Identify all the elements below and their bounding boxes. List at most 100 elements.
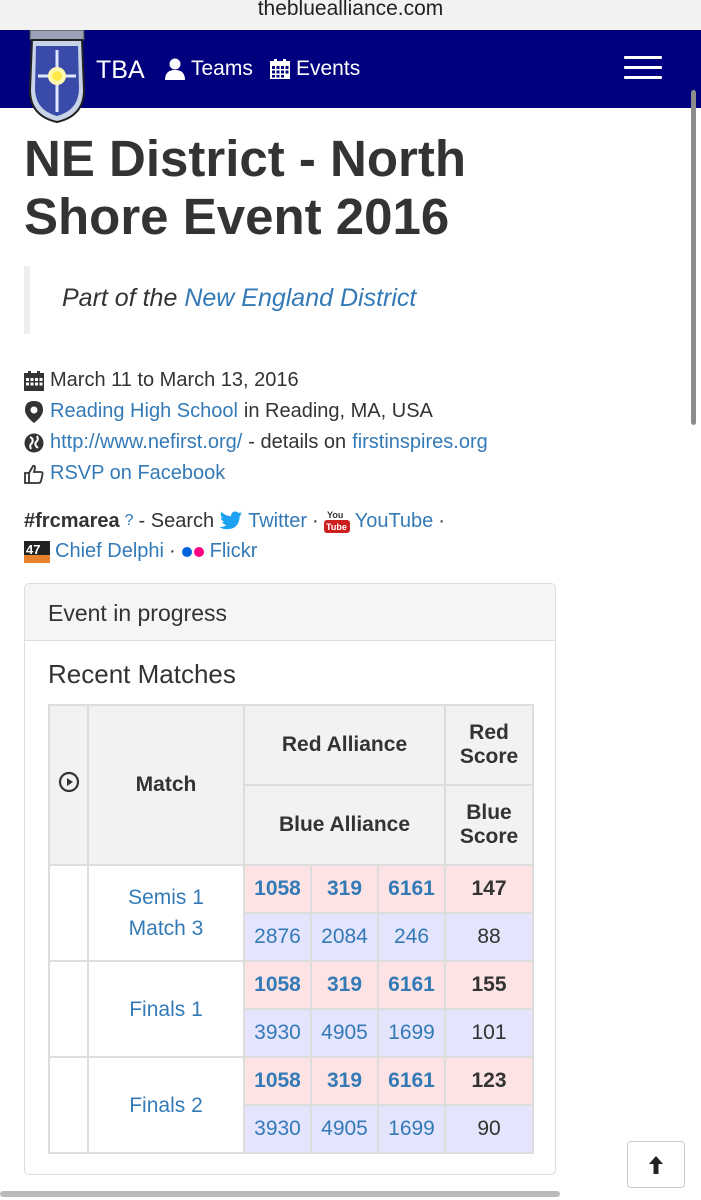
red-team-link[interactable]: 1058 — [243, 864, 312, 914]
blue-team-link[interactable]: 3930 — [243, 1008, 312, 1058]
red-team-link[interactable]: 319 — [310, 960, 379, 1010]
page-scrollbar[interactable] — [691, 90, 696, 425]
svg-text:You: You — [327, 510, 343, 520]
blue-alliance-header: Blue Alliance — [243, 784, 446, 866]
match-name-link[interactable]: Semis 1 Match 3 — [87, 864, 245, 962]
location-text: in Reading, MA, USA — [243, 400, 433, 422]
event-location-row: Reading High School in Reading, MA, USA — [24, 400, 433, 423]
chief-delphi-link[interactable]: Chief Delphi — [55, 540, 164, 563]
nav-teams-label: Teams — [191, 57, 253, 80]
video-cell — [48, 1056, 89, 1154]
red-score: 123 — [444, 1056, 534, 1106]
svg-text:47: 47 — [26, 542, 40, 557]
top-navbar: TBA Teams Events — [0, 30, 701, 124]
red-score: 155 — [444, 960, 534, 1010]
red-team-link[interactable]: 1058 — [243, 1056, 312, 1106]
blue-score-header-line-2: Score — [459, 825, 519, 848]
play-circle-icon — [58, 771, 79, 793]
thumbs-up-icon — [24, 464, 44, 484]
match-column-header: Match — [87, 704, 245, 866]
match-name-link[interactable]: Finals 1 — [87, 960, 245, 1058]
match-name-line-2: Match 3 — [128, 917, 204, 940]
svg-text:Tube: Tube — [326, 522, 347, 532]
arrow-up-icon — [649, 1155, 663, 1174]
address-bar[interactable]: thebluealliance.com — [0, 0, 701, 30]
match-name-line-1: Semis 1 — [128, 886, 204, 909]
nav-teams-link[interactable]: Teams — [165, 57, 253, 81]
red-team-link[interactable]: 1058 — [243, 960, 312, 1010]
back-to-top-button[interactable] — [627, 1141, 685, 1188]
youtube-icon: You Tube — [323, 510, 350, 533]
red-score-header: Red Score — [444, 704, 534, 786]
blue-team-link[interactable]: 3930 — [243, 1104, 312, 1154]
red-team-link[interactable]: 6161 — [377, 1056, 446, 1106]
match-row-red: Semis 1 Match 3 1058 319 6161 147 — [48, 864, 534, 962]
event-website-row: http://www.nefirst.org/ - details on fir… — [24, 431, 488, 454]
twitter-link[interactable]: Twitter — [248, 510, 307, 533]
blue-score-header: Blue Score — [444, 784, 534, 866]
chief-delphi-icon: 47 — [24, 540, 50, 563]
match-row-red: Finals 1 1058 319 6161 155 — [48, 960, 534, 1058]
video-column-header — [48, 704, 89, 866]
event-status-panel: Event in progress Recent Matches Match R… — [24, 583, 556, 1175]
recent-matches-title: Recent Matches — [48, 659, 236, 689]
blue-team-link[interactable]: 246 — [377, 912, 446, 962]
blue-score-header-line-1: Blue — [466, 801, 512, 824]
red-team-link[interactable]: 6161 — [377, 960, 446, 1010]
video-cell — [48, 864, 89, 962]
twitter-icon — [219, 511, 243, 530]
social-row-2: 47 Chief Delphi · Flickr — [24, 540, 257, 563]
blue-score: 101 — [444, 1008, 534, 1058]
calendar-icon — [270, 59, 290, 79]
rsvp-facebook-link[interactable]: RSVP on Facebook — [50, 462, 225, 485]
part-of-prefix: Part of the — [62, 284, 178, 312]
red-team-link[interactable]: 6161 — [377, 864, 446, 914]
match-name-link[interactable]: Finals 2 — [87, 1056, 245, 1154]
globe-icon — [24, 433, 44, 452]
menu-hamburger-icon[interactable] — [624, 56, 662, 84]
venue-link[interactable]: Reading High School — [50, 400, 238, 423]
hashtag-help-link[interactable]: ? — [125, 512, 134, 530]
blue-team-link[interactable]: 1699 — [377, 1008, 446, 1058]
red-team-link[interactable]: 319 — [310, 1056, 379, 1106]
page-title: NE District - North Shore Event 2016 — [24, 130, 584, 246]
video-cell — [48, 960, 89, 1058]
youtube-link[interactable]: YouTube — [355, 510, 434, 533]
user-icon — [165, 58, 185, 80]
separator: · — [312, 509, 319, 532]
matches-table: Match Red Alliance Red Score Blue Allian… — [48, 704, 534, 1154]
search-text: - Search — [138, 509, 215, 532]
panel-heading: Event in progress — [25, 584, 555, 641]
blue-team-link[interactable]: 2876 — [243, 912, 312, 962]
blue-score: 88 — [444, 912, 534, 962]
horizontal-scrollbar[interactable] — [0, 1191, 560, 1197]
event-hashtag: #frcmarea — [24, 509, 120, 532]
blue-score: 90 — [444, 1104, 534, 1154]
red-score-header-line-2: Score — [459, 745, 519, 768]
blue-team-link[interactable]: 4905 — [310, 1008, 379, 1058]
brand-link[interactable]: TBA — [96, 56, 145, 85]
map-marker-icon — [25, 400, 43, 423]
blue-team-link[interactable]: 2084 — [310, 912, 379, 962]
page-title-line-1: NE District - North — [24, 130, 467, 187]
separator: · — [438, 509, 445, 532]
nav-events-label: Events — [296, 57, 361, 80]
nav-events-link[interactable]: Events — [270, 57, 360, 81]
district-blockquote: Part of the New England District — [24, 266, 544, 334]
details-link[interactable]: firstinspires.org — [352, 431, 488, 454]
red-alliance-header: Red Alliance — [243, 704, 446, 786]
details-text: - details on — [248, 431, 347, 453]
social-row-1: #frcmarea ? - Search Twitter · You Tube … — [24, 509, 445, 533]
flickr-icon — [181, 546, 204, 557]
website-link[interactable]: http://www.nefirst.org/ — [50, 431, 242, 454]
event-dates: March 11 to March 13, 2016 — [50, 369, 299, 391]
red-team-link[interactable]: 319 — [310, 864, 379, 914]
flickr-link[interactable]: Flickr — [210, 540, 258, 563]
address-url[interactable]: thebluealliance.com — [258, 0, 444, 20]
calendar-icon — [24, 370, 44, 391]
tba-lamp-logo-icon[interactable] — [24, 30, 90, 126]
district-link[interactable]: New England District — [184, 284, 416, 312]
blue-team-link[interactable]: 1699 — [377, 1104, 446, 1154]
blue-team-link[interactable]: 4905 — [310, 1104, 379, 1154]
page-title-line-2: Shore Event 2016 — [24, 188, 450, 245]
